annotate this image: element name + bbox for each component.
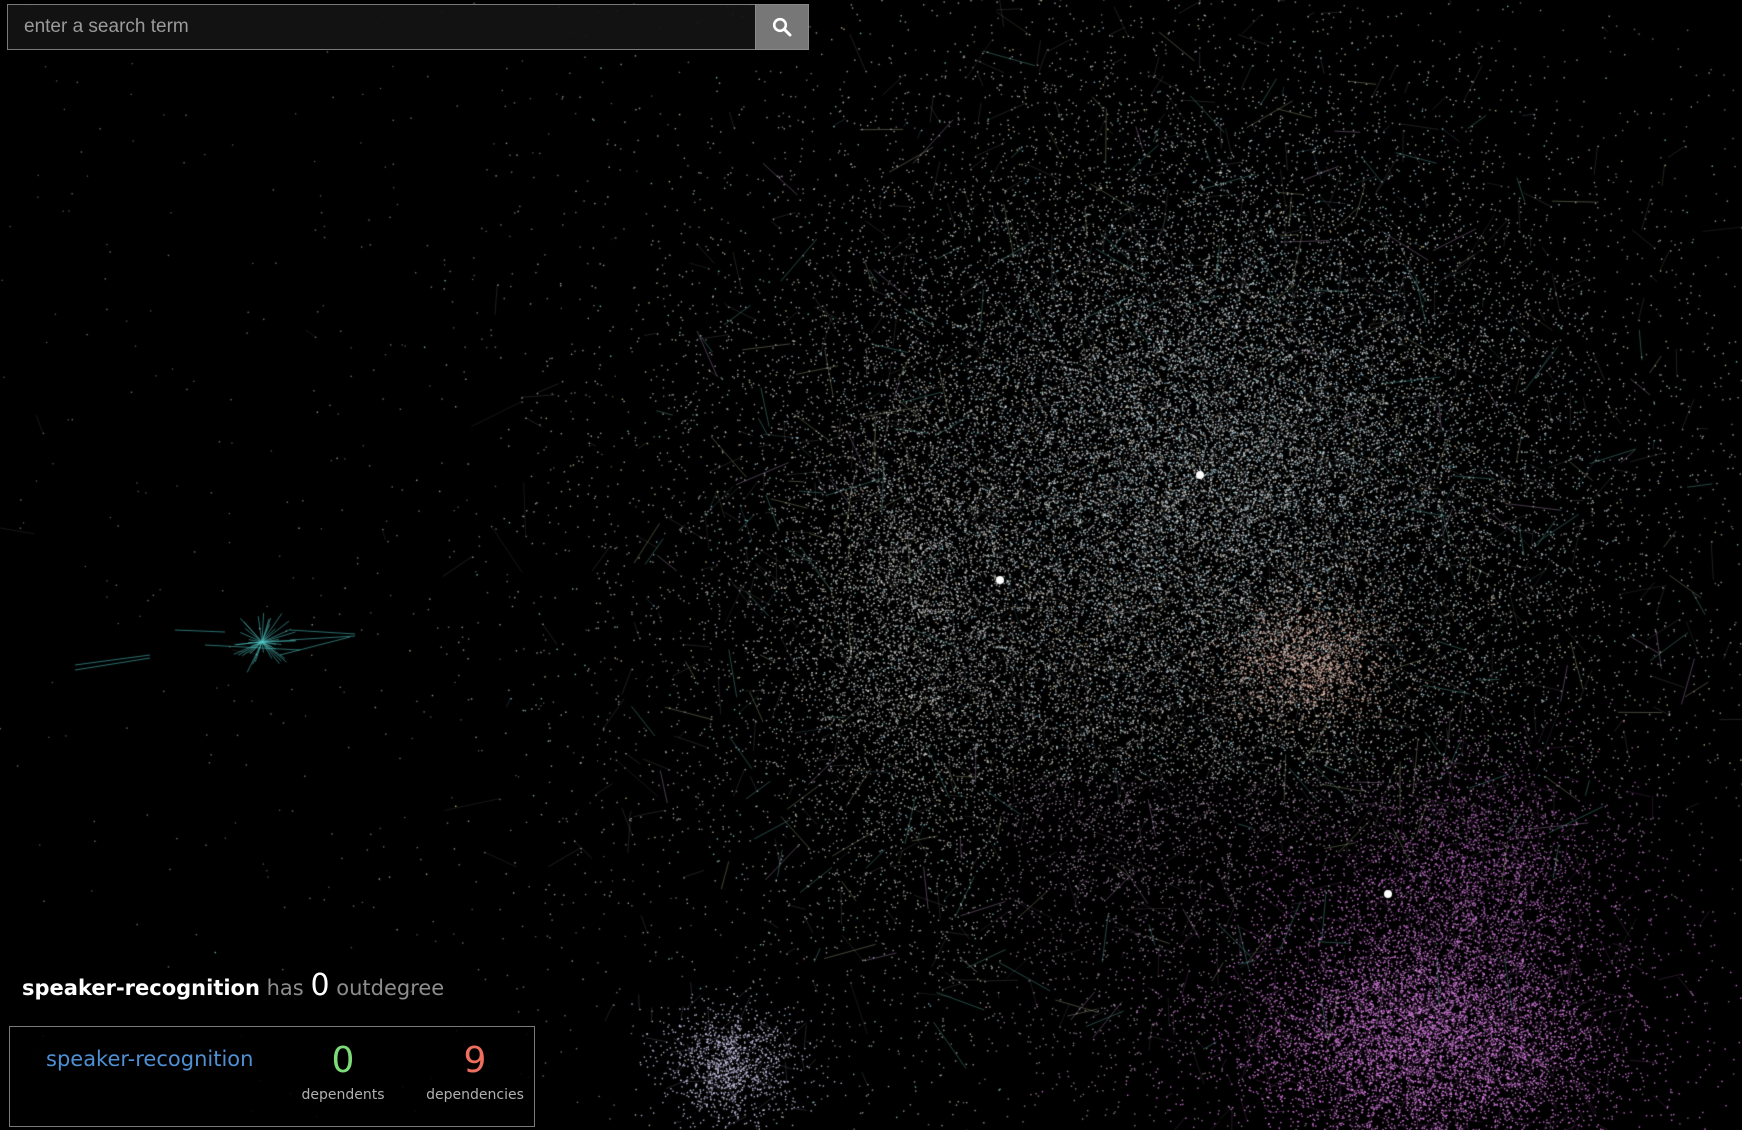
- package-graph-canvas[interactable]: [0, 0, 1742, 1130]
- graph-viewport[interactable]: speaker-recognition has 0 outdegree spea…: [0, 0, 1742, 1130]
- search-icon: [772, 17, 792, 37]
- search-bar: [7, 4, 809, 50]
- dependents-count: 0: [331, 1040, 355, 1081]
- dependents-stat[interactable]: 0 dependents: [288, 1039, 398, 1103]
- degree-package-name: speaker-recognition: [22, 976, 260, 1000]
- search-button[interactable]: [755, 4, 809, 50]
- dependencies-stat[interactable]: 9 dependencies: [410, 1039, 540, 1103]
- degree-outdegree-value: 0: [310, 968, 330, 1003]
- package-name-link[interactable]: speaker-recognition: [46, 1047, 253, 1071]
- search-input[interactable]: [7, 4, 755, 50]
- degree-has-label: has: [266, 976, 304, 1000]
- degree-summary: speaker-recognition has 0 outdegree: [22, 968, 444, 1003]
- dependencies-count: 9: [463, 1040, 487, 1081]
- dependencies-label: dependencies: [426, 1087, 524, 1103]
- dependents-label: dependents: [301, 1087, 385, 1103]
- degree-outdegree-label: outdegree: [336, 976, 445, 1000]
- package-info-box: speaker-recognition 0 dependents 9 depen…: [9, 1026, 535, 1127]
